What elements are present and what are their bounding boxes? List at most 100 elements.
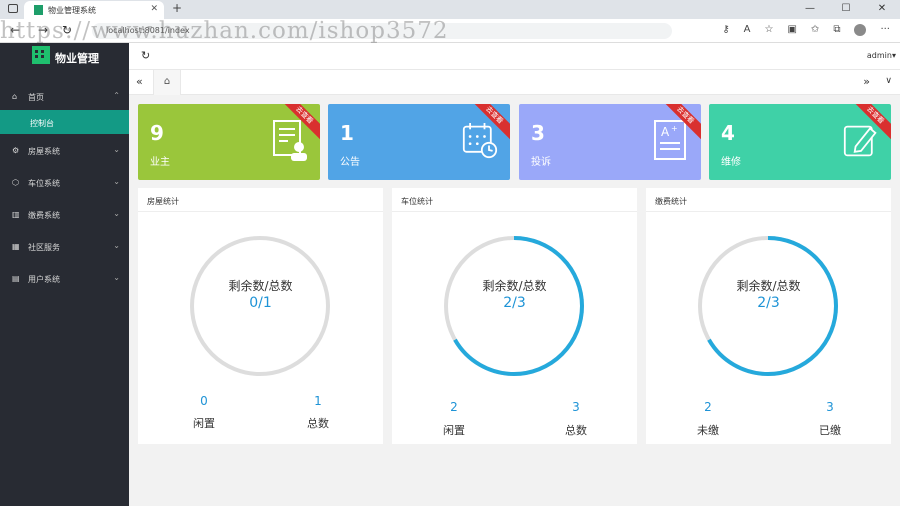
window-controls: — ☐ ✕ — [792, 0, 900, 19]
read-aloud-icon[interactable]: A — [744, 24, 751, 36]
browser-tab-title: 物业管理系统 — [48, 6, 96, 15]
right-stat-value: 3 — [826, 400, 834, 414]
close-tab-icon[interactable]: ✕ — [150, 4, 158, 14]
parking-stats-panel: 车位统计 剩余数/总数 2/3 2 闲置 3 总数 — [392, 188, 637, 444]
calendar-clock-icon — [462, 123, 498, 159]
ring-value: 2/3 — [503, 295, 526, 311]
card-value: 4 — [721, 121, 735, 145]
sidebar-item-house[interactable]: ⚙ 房屋系统 ⌄ — [0, 134, 129, 166]
building-logo-icon — [32, 46, 50, 64]
new-tab-button[interactable]: + — [172, 1, 182, 15]
scroll-right-icon[interactable]: » — [863, 75, 870, 88]
notice-card[interactable]: 1 公告 去查看 — [328, 104, 510, 180]
right-stat-value: 3 — [572, 400, 580, 414]
grid-icon: ▥ — [12, 210, 20, 219]
ring-value: 2/3 — [757, 295, 780, 311]
chevron-down-icon: ⌄ — [113, 177, 120, 186]
svg-text:A: A — [661, 125, 670, 139]
reload-button[interactable]: ↻ — [62, 23, 72, 37]
sidebar-subitem-console[interactable]: 控制台 — [0, 110, 129, 134]
sidebar-item-users[interactable]: ▤ 用户系统 ⌄ — [0, 262, 129, 294]
building-icon: ▦ — [12, 242, 20, 251]
cube-icon: ⬡ — [12, 178, 19, 187]
grade-document-icon: A + — [654, 120, 686, 160]
favorites-bar-icon[interactable]: ✩ — [811, 24, 819, 36]
card-label: 投诉 — [531, 157, 551, 168]
sidebar-item-parking[interactable]: ⬡ 车位系统 ⌄ — [0, 166, 129, 198]
user-menu[interactable]: admin▾ — [867, 51, 896, 60]
left-stat-value: 2 — [704, 400, 712, 414]
scroll-left-icon[interactable]: « — [136, 75, 143, 88]
key-icon[interactable]: ⚷ — [722, 24, 729, 36]
ring-value: 0/1 — [249, 295, 272, 311]
chevron-down-icon: ⌄ — [113, 145, 120, 154]
url-field[interactable]: localhost:8081/index — [92, 23, 672, 39]
repair-card[interactable]: 4 维修 去查看 — [709, 104, 891, 180]
tabs-dropdown-icon[interactable]: ∨ — [885, 76, 892, 86]
sidebar-item-community[interactable]: ▦ 社区服务 ⌄ — [0, 230, 129, 262]
page-tabs-bar: « ⌂ » ∨ — [129, 70, 900, 95]
minimize-button[interactable]: — — [792, 0, 828, 19]
more-menu-icon[interactable]: ··· — [880, 24, 890, 36]
sidebar: 物业管理 ⌂ 首页 ⌃ 控制台 ⚙ 房屋系统 ⌄ ⬡ 车位系统 ⌄ ▥ 缴费系统… — [0, 43, 129, 506]
left-stat-value: 2 — [450, 400, 458, 414]
sidebar-item-payment[interactable]: ▥ 缴费系统 ⌄ — [0, 198, 129, 230]
browser-toolbar-icons: ⚷ A ☆ ▣ ✩ ⧉ ··· — [722, 24, 890, 36]
browser-tab-bar: 物业管理系统 ✕ + — ☐ ✕ — [0, 0, 900, 19]
card-label: 公告 — [340, 157, 360, 168]
favorite-icon[interactable]: ☆ — [765, 24, 774, 36]
maximize-button[interactable]: ☐ — [828, 0, 864, 19]
chevron-down-icon: ⌄ — [113, 241, 120, 250]
home-icon: ⌂ — [12, 92, 18, 101]
complaint-card[interactable]: 3 投诉 A + 去查看 — [519, 104, 701, 180]
right-stat-label: 已缴 — [819, 424, 841, 437]
ring-label: 剩余数/总数 — [736, 279, 801, 293]
tab-actions-icon[interactable] — [8, 4, 18, 13]
panel-title: 车位统计 — [392, 188, 637, 212]
refresh-icon[interactable]: ↻ — [141, 49, 150, 62]
top-header: ↻ admin▾ — [129, 43, 900, 70]
sidebar-item-home[interactable]: ⌂ 首页 ⌃ — [0, 80, 129, 112]
svg-text:+: + — [671, 124, 678, 133]
sidebar-item-label: 首页 — [28, 93, 44, 102]
sidebar-item-label: 用户系统 — [28, 275, 60, 284]
house-stats-panel: 房屋统计 剩余数/总数 0/1 0 闲置 1 总数 — [138, 188, 383, 444]
profile-avatar[interactable] — [854, 24, 867, 36]
profile-document-icon — [273, 120, 307, 161]
sidebar-item-label: 缴费系统 — [28, 211, 60, 220]
extension-icon[interactable]: ▣ — [787, 24, 796, 36]
forward-button[interactable]: → — [38, 23, 48, 37]
edit-icon — [843, 125, 877, 157]
chevron-down-icon: ⌄ — [113, 209, 120, 218]
card-value: 1 — [340, 121, 354, 145]
address-bar-row: ← → ↻ localhost:8081/index ⚷ A ☆ ▣ ✩ ⧉ ·… — [0, 19, 900, 43]
back-button[interactable]: ← — [10, 23, 20, 37]
home-tab[interactable]: ⌂ — [153, 70, 181, 95]
sidebar-subitem-label: 控制台 — [30, 119, 54, 128]
payment-stats-panel: 缴费统计 剩余数/总数 2/3 2 未缴 3 已缴 — [646, 188, 891, 444]
sidebar-item-label: 房屋系统 — [28, 147, 60, 156]
left-stat-label: 闲置 — [193, 417, 215, 430]
collections-icon[interactable]: ⧉ — [833, 24, 840, 36]
right-stat-label: 总数 — [307, 417, 329, 430]
sidebar-item-label: 社区服务 — [28, 243, 60, 252]
chevron-up-icon: ⌃ — [113, 91, 120, 100]
book-icon: ▤ — [12, 274, 20, 283]
sidebar-item-label: 车位系统 — [28, 179, 60, 188]
right-stat-value: 1 — [314, 394, 322, 408]
browser-tab[interactable]: 物业管理系统 ✕ — [24, 1, 164, 19]
gear-icon: ⚙ — [12, 146, 20, 155]
owner-card[interactable]: 9 业主 去查看 — [138, 104, 320, 180]
close-window-button[interactable]: ✕ — [864, 0, 900, 19]
ring-label: 剩余数/总数 — [482, 279, 547, 293]
ring-label: 剩余数/总数 — [228, 279, 293, 293]
app-logo[interactable]: 物业管理 — [0, 43, 129, 70]
left-stat-value: 0 — [200, 394, 208, 408]
left-stat-label: 闲置 — [443, 424, 465, 437]
card-value: 9 — [150, 121, 164, 145]
site-favicon-icon — [34, 5, 43, 15]
app-logo-text: 物业管理 — [55, 52, 99, 65]
card-value: 3 — [531, 121, 545, 145]
chevron-down-icon: ⌄ — [113, 273, 120, 282]
panel-title: 房屋统计 — [138, 188, 383, 212]
